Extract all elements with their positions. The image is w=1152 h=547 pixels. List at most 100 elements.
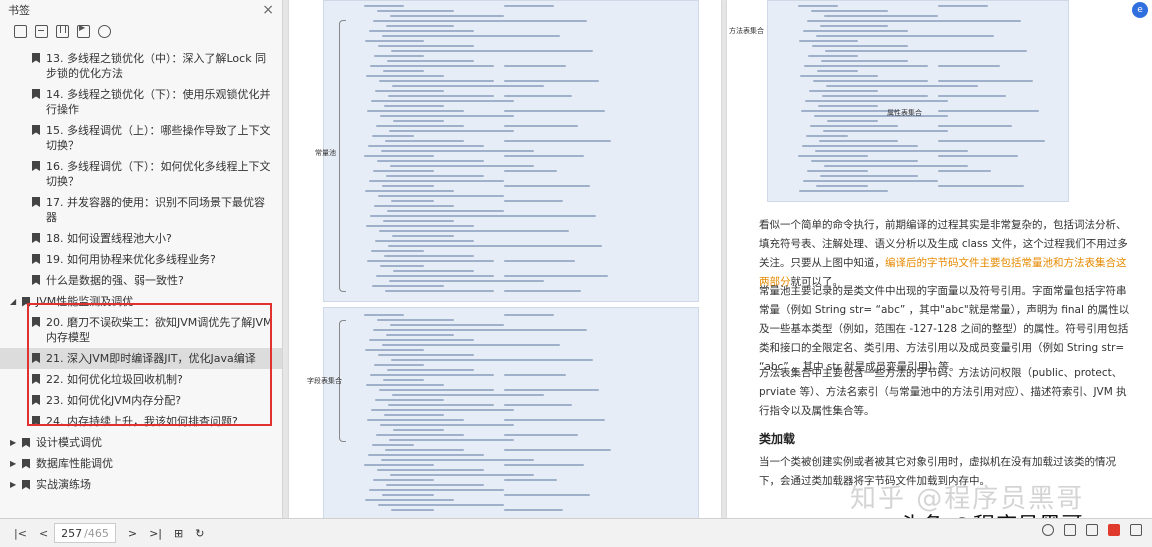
code-line <box>822 95 928 97</box>
code-line <box>504 125 578 127</box>
next-page-icon[interactable]: > <box>128 527 137 540</box>
double-page-icon[interactable] <box>1086 524 1098 536</box>
chevron-right-icon[interactable]: ▶ <box>10 435 20 450</box>
bookmark-icon <box>22 479 30 490</box>
code-line <box>807 20 958 22</box>
code-line <box>375 90 444 92</box>
code-line <box>364 314 404 316</box>
edge-badge-icon[interactable]: e <box>1132 2 1148 18</box>
code-line <box>390 15 504 17</box>
bookmark-icon <box>32 89 40 99</box>
bookmark-item[interactable]: 16. 多线程调优（下）：如何优化多线程上下文切换？ <box>0 156 282 192</box>
eye-icon[interactable] <box>1042 524 1054 536</box>
code-line <box>826 85 978 87</box>
bookmark-remove-icon[interactable] <box>35 24 48 38</box>
record-icon[interactable] <box>1108 524 1120 536</box>
code-line <box>390 474 534 476</box>
code-line <box>374 55 424 57</box>
code-line <box>824 15 938 17</box>
bookmark-item[interactable]: 24. 内存持续上升，我该如何排查问题? <box>0 411 282 432</box>
bookmark-icon <box>22 437 30 448</box>
bookmark-item[interactable]: 18. 如何设置线程池大小? <box>0 228 282 249</box>
first-page-icon[interactable]: |< <box>14 527 27 540</box>
code-line <box>370 65 494 67</box>
code-line <box>379 80 494 82</box>
code-line <box>803 180 938 182</box>
code-line <box>799 40 858 42</box>
bookmark-add-icon[interactable] <box>14 24 27 38</box>
bookmark-item-selected[interactable]: 21. 深入JVM即时编译器JIT，优化Java编译 <box>0 348 282 369</box>
bookmark-play-icon[interactable] <box>77 23 90 38</box>
bookmark-item[interactable]: 15. 多线程调优（上）：哪些操作导致了上下文切换？ <box>0 120 282 156</box>
bookmark-item[interactable]: 20. 磨刀不误砍柴工：欲知JVM调优先了解JVM内存模型 <box>0 312 282 348</box>
last-page-icon[interactable]: >| <box>149 527 162 540</box>
bookmark-item[interactable]: 19. 如何用协程来优化多线程业务? <box>0 249 282 270</box>
bookmark-group-jvm[interactable]: ◢ JVM性能监测及调优 <box>0 291 282 312</box>
code-line <box>813 80 928 82</box>
bookmark-icon <box>32 353 40 363</box>
code-line <box>382 35 524 37</box>
code-line <box>504 245 602 247</box>
bookmark-icon <box>32 254 40 264</box>
rotate-icon[interactable]: ↻ <box>195 527 204 540</box>
code-line <box>371 409 514 411</box>
code-line <box>386 484 484 486</box>
code-line <box>386 334 454 336</box>
bookmark-item[interactable]: 14. 多线程之锁优化（下）：使用乐观锁优化并行操作 <box>0 84 282 120</box>
code-line <box>504 449 611 451</box>
document-viewer[interactable]: 常量池 字段表集合 方法表集合 属性表集合 e 看似一个简单的命令执行，前期编译… <box>283 0 1152 518</box>
bookmark-item[interactable]: 17. 并发容器的使用：识别不同场景下最优容器 <box>0 192 282 228</box>
prev-page-icon[interactable]: < <box>39 527 48 540</box>
code-line <box>815 150 968 152</box>
code-line <box>387 60 474 62</box>
bookmark-group[interactable]: ▶ 实战演练场 <box>0 474 282 495</box>
page-nav-right: > >| ⊞ ↻ <box>128 527 205 540</box>
code-line <box>504 434 578 436</box>
current-page[interactable]: 257 <box>61 527 82 540</box>
code-line <box>369 489 504 491</box>
single-page-icon[interactable] <box>1064 524 1076 536</box>
code-line <box>819 140 898 142</box>
code-image-constant-pool <box>323 0 699 302</box>
code-line <box>938 170 991 172</box>
bookmark-group[interactable]: ▶ 设计模式调优 <box>0 432 282 453</box>
bookmark-icon[interactable] <box>56 24 69 38</box>
code-line <box>393 120 444 122</box>
bookmark-item[interactable]: 22. 如何优化垃圾回收机制? <box>0 369 282 390</box>
bookmark-item[interactable]: 23. 如何优化JVM内存分配? <box>0 390 282 411</box>
code-line <box>938 140 1045 142</box>
code-line <box>504 5 554 7</box>
code-line <box>366 75 444 77</box>
code-line <box>823 130 948 132</box>
chevron-right-icon[interactable]: ▶ <box>10 456 20 471</box>
code-line <box>818 105 878 107</box>
code-line <box>809 90 878 92</box>
code-line <box>377 469 484 471</box>
add-page-icon[interactable]: ⊞ <box>174 527 183 540</box>
code-line <box>504 200 563 202</box>
chevron-down-icon[interactable]: ◢ <box>10 294 20 309</box>
code-line <box>370 215 524 217</box>
bookmark-group[interactable]: ▶ 数据库性能调优 <box>0 453 282 474</box>
bookmark-item[interactable]: 什么是数据的强、弱一致性? <box>0 270 282 291</box>
page-number-input[interactable]: 257 /465 <box>54 523 116 543</box>
bookmark-item[interactable]: 13. 多线程之锁优化（中）：深入了解Lock 同步锁的优化方法 <box>0 48 282 84</box>
code-line <box>504 344 560 346</box>
code-line <box>369 339 474 341</box>
code-line <box>504 374 566 376</box>
code-line <box>814 115 948 117</box>
code-line <box>382 494 434 496</box>
code-line <box>504 479 557 481</box>
code-line <box>371 250 424 252</box>
view-tools <box>1042 524 1142 536</box>
page-nav: |< < <box>0 527 48 540</box>
code-line <box>390 324 504 326</box>
bookmark-icon <box>32 161 40 171</box>
code-line <box>364 5 404 7</box>
code-line <box>938 50 1027 52</box>
fit-width-icon[interactable] <box>1130 524 1142 536</box>
code-line <box>382 344 524 346</box>
close-icon[interactable]: × <box>262 2 274 18</box>
chevron-right-icon[interactable]: ▶ <box>10 477 20 492</box>
bookmark-settings-icon[interactable] <box>98 24 111 38</box>
